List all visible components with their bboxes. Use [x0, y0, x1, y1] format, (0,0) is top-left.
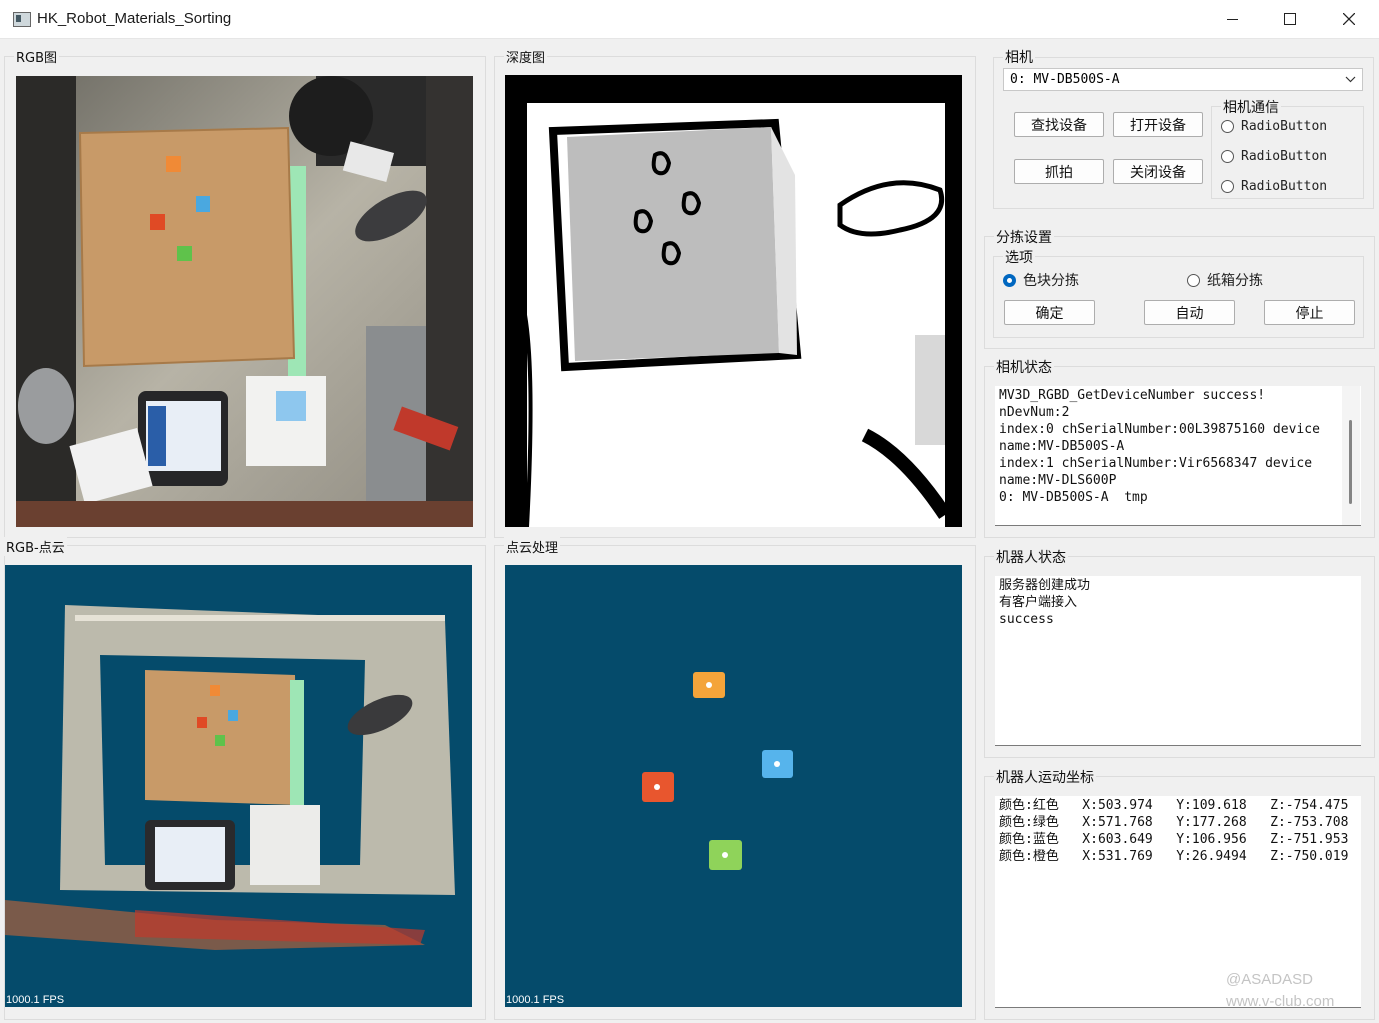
- stop-button[interactable]: 停止: [1264, 300, 1355, 325]
- camera-status-log[interactable]: MV3D_RGBD_GetDeviceNumber success! nDevN…: [995, 386, 1361, 526]
- capture-button[interactable]: 抓拍: [1014, 159, 1104, 184]
- maximize-button[interactable]: [1261, 0, 1319, 38]
- cloud-proc-scene: [642, 672, 793, 870]
- rgb-cloud-panel-title: RGB-点云: [4, 537, 67, 556]
- depth-panel-title: 深度图: [504, 47, 548, 66]
- robot-status-title: 机器人状态: [994, 547, 1068, 567]
- close-window-button[interactable]: [1320, 0, 1378, 38]
- camera-group-title: 相机: [1003, 47, 1035, 67]
- color-sort-radio[interactable]: 色块分拣: [1003, 270, 1079, 290]
- radio-circle-icon: [1221, 150, 1234, 163]
- rgb-scene: [16, 76, 473, 527]
- depth-scene: [505, 75, 962, 527]
- find-device-button[interactable]: 查找设备: [1014, 112, 1104, 137]
- options-group-title: 选项: [1003, 247, 1035, 267]
- minimize-button[interactable]: [1203, 0, 1261, 38]
- device-select[interactable]: 0: MV-DB500S-A: [1003, 68, 1363, 91]
- close-icon: [1343, 13, 1355, 25]
- watermark-line2: www.v-club.com: [1226, 993, 1335, 1010]
- auto-button[interactable]: 自动: [1144, 300, 1235, 325]
- camera-status-scrollbar[interactable]: [1342, 386, 1360, 525]
- camera-status-title: 相机状态: [994, 357, 1054, 377]
- radio-circle-icon: [1221, 180, 1234, 193]
- scrollbar-thumb[interactable]: [1349, 420, 1352, 504]
- rgb-image: [16, 76, 473, 527]
- comm-radio-2[interactable]: RadioButton: [1221, 149, 1327, 164]
- rgb-cloud-scene: [5, 605, 455, 950]
- open-device-button[interactable]: 打开设备: [1113, 112, 1203, 137]
- cloud-proc-panel-title: 点云处理: [504, 537, 561, 556]
- device-select-value: 0: MV-DB500S-A: [1010, 72, 1120, 87]
- comm-radio-1[interactable]: RadioButton: [1221, 119, 1327, 134]
- close-device-button[interactable]: 关闭设备: [1113, 159, 1203, 184]
- robot-coords-title: 机器人运动坐标: [994, 767, 1096, 787]
- comm-radio-3[interactable]: RadioButton: [1221, 179, 1327, 194]
- rgb-cloud-fps: 1000.1 FPS: [6, 994, 65, 1006]
- app-icon: [13, 12, 31, 27]
- robot-status-log[interactable]: 服务器创建成功 有客户端接入 success: [995, 576, 1361, 746]
- depth-image: [505, 75, 962, 527]
- radio-selected-icon: [1003, 273, 1016, 287]
- camera-comm-title: 相机通信: [1221, 97, 1281, 117]
- sorting-group-title: 分拣设置: [994, 227, 1054, 247]
- confirm-button[interactable]: 确定: [1004, 300, 1095, 325]
- rgb-cloud-view[interactable]: 1000.1 FPS: [5, 565, 472, 1007]
- watermark-line1: @ASADASD: [1226, 971, 1313, 988]
- maximize-icon: [1284, 13, 1296, 25]
- cloud-proc-fps: 1000.1 FPS: [506, 994, 565, 1006]
- box-sort-radio[interactable]: 纸箱分拣: [1187, 270, 1263, 290]
- radio-circle-icon: [1221, 120, 1234, 133]
- rgb-panel-title: RGB图: [14, 47, 60, 66]
- chevron-down-icon: [1345, 76, 1356, 83]
- options-group: [993, 256, 1364, 338]
- window-title: HK_Robot_Materials_Sorting: [37, 10, 232, 27]
- minimize-icon: [1226, 18, 1238, 20]
- radio-circle-icon: [1187, 273, 1200, 287]
- cloud-proc-view[interactable]: 1000.1 FPS: [505, 565, 962, 1007]
- title-bar: HK_Robot_Materials_Sorting: [0, 0, 1379, 39]
